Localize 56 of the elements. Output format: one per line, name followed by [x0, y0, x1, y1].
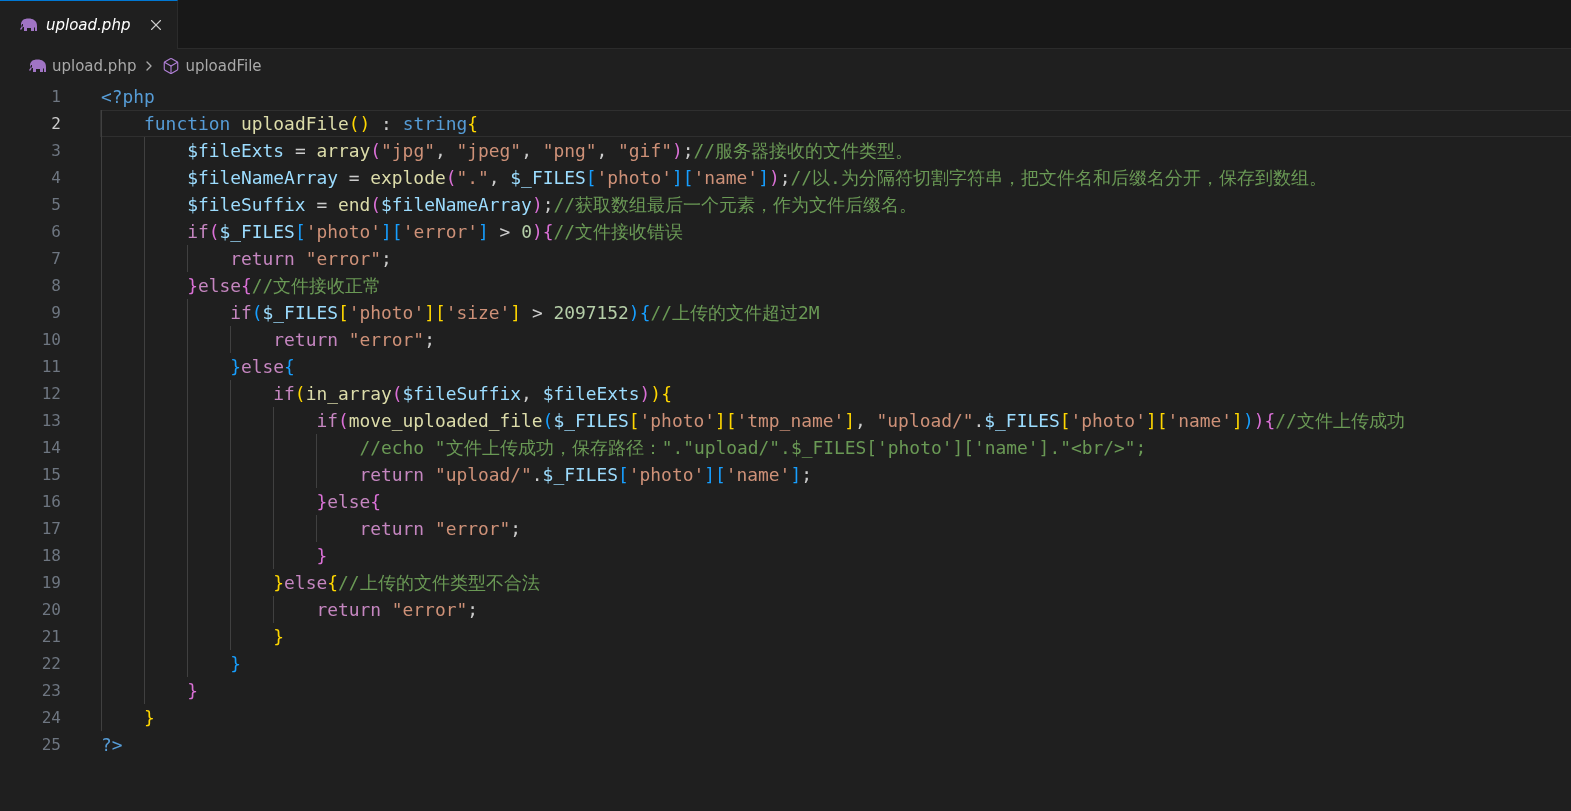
- code-line: $fileSuffix = end($fileNameArray);//获取数组最后一个元素，作为文件后缀名。: [100, 191, 1571, 218]
- code-line: }: [100, 704, 1571, 731]
- line-number: 19: [40, 572, 61, 594]
- code-line: }: [100, 650, 1571, 677]
- code-line: if($_FILES['photo']['size'] > 2097152){//上传的文件超过2M: [100, 299, 1571, 326]
- line-number: 5: [50, 194, 61, 216]
- breadcrumb-item[interactable]: uploadFile: [185, 57, 262, 75]
- line-number: 16: [40, 491, 61, 513]
- line-number: 21: [40, 626, 61, 648]
- code-line: }else{: [100, 488, 1571, 515]
- line-number: 14: [40, 437, 61, 459]
- code-line: function uploadFile() : string{: [100, 110, 1571, 137]
- line-number: 4: [50, 167, 61, 189]
- line-number: 24: [40, 707, 61, 729]
- code-line: return "error";: [100, 326, 1571, 353]
- line-number: 10: [40, 329, 61, 351]
- line-number: 15: [40, 464, 61, 486]
- code-line: }: [100, 677, 1571, 704]
- code-line: }: [100, 623, 1571, 650]
- code-line: }else{//上传的文件类型不合法: [100, 569, 1571, 596]
- cube-icon: [162, 57, 181, 75]
- line-number: 12: [40, 383, 61, 405]
- code-line: }: [100, 542, 1571, 569]
- code-line: $fileNameArray = explode(".", $_FILES['photo']['name']);//以.为分隔符切割字符串，把文件名和后缀名分开，保存到数组。: [100, 164, 1571, 191]
- line-number: 6: [50, 221, 61, 243]
- code-line: return "error";: [100, 596, 1571, 623]
- code-line: return "error";: [100, 245, 1571, 272]
- line-number: 3: [50, 140, 61, 162]
- elephant-icon: [20, 18, 38, 32]
- elephant-icon: [29, 59, 47, 73]
- code-line: }else{: [100, 353, 1571, 380]
- code-line: if(in_array($fileSuffix, $fileExts)){: [100, 380, 1571, 407]
- code-line: ?>: [100, 733, 124, 757]
- code-line: if($_FILES['photo']['error'] > 0){//文件接收错误: [100, 218, 1571, 245]
- editor-tab[interactable]: upload.php: [0, 0, 178, 49]
- code-line: return "upload/".$_FILES['photo']['name'];: [100, 461, 1571, 488]
- line-number: 8: [50, 275, 61, 297]
- line-number: 9: [50, 302, 61, 324]
- line-number: 13: [40, 410, 61, 432]
- breadcrumb-item[interactable]: upload.php: [52, 57, 137, 75]
- code-line: //echo "文件上传成功，保存路径："."upload/".$_FILES['photo']['name']."<br/>";: [100, 434, 1571, 461]
- code-line: <?php: [100, 85, 156, 109]
- code-line: }else{//文件接收正常: [100, 272, 1571, 299]
- line-number: 17: [40, 518, 61, 540]
- line-number: 7: [50, 248, 61, 270]
- line-number: 11: [40, 356, 61, 378]
- code-line: $fileExts = array("jpg", "jpeg", "png", "gif");//服务器接收的文件类型。: [100, 137, 1571, 164]
- line-number: 25: [40, 734, 61, 756]
- line-number: 23: [40, 680, 61, 702]
- code-line: if(move_uploaded_file($_FILES['photo']['tmp_name'], "upload/".$_FILES['photo']['name'])){//文件上传成功: [100, 407, 1571, 434]
- code-line: return "error";: [100, 515, 1571, 542]
- line-number: 20: [40, 599, 61, 621]
- line-number: 22: [40, 653, 61, 675]
- line-number: 18: [40, 545, 61, 567]
- line-number: 1: [50, 86, 61, 108]
- line-number: 2: [50, 113, 61, 135]
